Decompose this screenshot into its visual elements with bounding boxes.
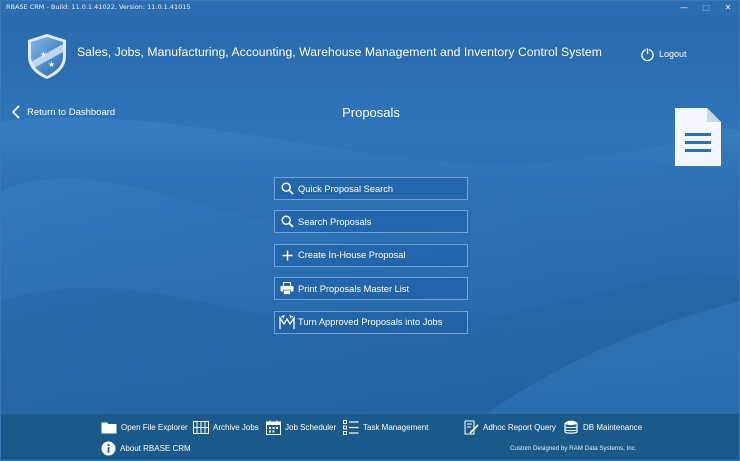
minimize-button[interactable]: — bbox=[673, 1, 695, 15]
menu-item-label: Quick Proposal Search bbox=[298, 183, 394, 194]
app-header: ★ ★ Sales, Jobs, Manufacturing, Accounti… bbox=[1, 15, 739, 95]
proposals-menu: Quick Proposal Search Search Proposals C… bbox=[274, 177, 468, 344]
page-title: Proposals bbox=[342, 105, 400, 120]
database-icon bbox=[564, 420, 578, 434]
quick-proposal-search-button[interactable]: Quick Proposal Search bbox=[274, 177, 468, 200]
menu-item-label: Create In-House Proposal bbox=[298, 250, 406, 261]
return-to-dashboard-link[interactable]: Return to Dashboard bbox=[11, 105, 115, 119]
open-file-explorer-label: Open File Explorer bbox=[121, 423, 188, 432]
job-scheduler-label: Job Scheduler bbox=[285, 423, 337, 432]
menu-item-label: Search Proposals bbox=[298, 216, 372, 227]
about-rbase-crm-label: About RBASE CRM bbox=[120, 444, 191, 453]
footer-bar: Open File Explorer Archive Jobs Job Sche… bbox=[1, 413, 739, 460]
power-icon bbox=[641, 47, 654, 61]
app-window: RBASE CRM - Build: 11.0.1.41022, Version… bbox=[0, 0, 740, 461]
app-title: Sales, Jobs, Manufacturing, Accounting, … bbox=[77, 45, 602, 59]
menu-item-label: Turn Approved Proposals into Jobs bbox=[298, 317, 443, 328]
db-maintenance-button[interactable]: DB Maintenance bbox=[564, 420, 642, 435]
maximize-button[interactable]: □ bbox=[695, 1, 717, 15]
logout-label: Logout bbox=[659, 49, 687, 59]
about-rbase-crm-button[interactable]: About RBASE CRM bbox=[101, 441, 191, 456]
document-icon bbox=[675, 108, 721, 166]
close-button[interactable]: ✕ bbox=[717, 1, 739, 15]
task-management-button[interactable]: Task Management bbox=[343, 420, 428, 435]
print-proposals-master-list-button[interactable]: Print Proposals Master List bbox=[274, 277, 468, 301]
printer-icon bbox=[276, 278, 298, 299]
archive-icon bbox=[193, 421, 209, 434]
create-in-house-proposal-button[interactable]: Create In-House Proposal bbox=[274, 243, 468, 267]
adhoc-report-query-label: Adhoc Report Query bbox=[483, 423, 556, 432]
search-icon bbox=[276, 178, 298, 199]
folder-icon bbox=[101, 422, 117, 434]
db-maintenance-label: DB Maintenance bbox=[583, 423, 643, 432]
chevron-left-icon bbox=[11, 105, 20, 119]
credit-text: Custom Designed by RAM Data Systems, Inc… bbox=[510, 445, 637, 452]
open-file-explorer-button[interactable]: Open File Explorer bbox=[101, 421, 188, 434]
plus-icon bbox=[276, 245, 298, 266]
window-title: RBASE CRM - Build: 11.0.1.41022, Version… bbox=[6, 3, 191, 11]
calendar-icon bbox=[266, 420, 281, 435]
return-to-dashboard-label: Return to Dashboard bbox=[27, 106, 116, 118]
svg-text:★: ★ bbox=[40, 50, 47, 59]
task-list-icon bbox=[343, 420, 359, 435]
report-query-icon bbox=[464, 420, 479, 435]
info-icon bbox=[101, 441, 116, 456]
job-scheduler-button[interactable]: Job Scheduler bbox=[266, 420, 336, 435]
task-management-label: Task Management bbox=[363, 423, 429, 432]
svg-text:★: ★ bbox=[48, 60, 55, 69]
convert-icon bbox=[276, 312, 298, 333]
menu-item-label: Print Proposals Master List bbox=[298, 283, 410, 294]
title-bar: RBASE CRM - Build: 11.0.1.41022, Version… bbox=[1, 1, 739, 15]
archive-jobs-label: Archive Jobs bbox=[213, 423, 259, 432]
search-icon bbox=[276, 211, 298, 232]
logout-button[interactable]: Logout bbox=[640, 46, 687, 62]
search-proposals-button[interactable]: Search Proposals bbox=[274, 210, 468, 234]
archive-jobs-button[interactable]: Archive Jobs bbox=[193, 421, 259, 434]
adhoc-report-query-button[interactable]: Adhoc Report Query bbox=[464, 420, 556, 435]
turn-approved-proposals-into-jobs-button[interactable]: Turn Approved Proposals into Jobs bbox=[274, 310, 468, 334]
shield-logo-icon: ★ ★ bbox=[28, 34, 66, 79]
